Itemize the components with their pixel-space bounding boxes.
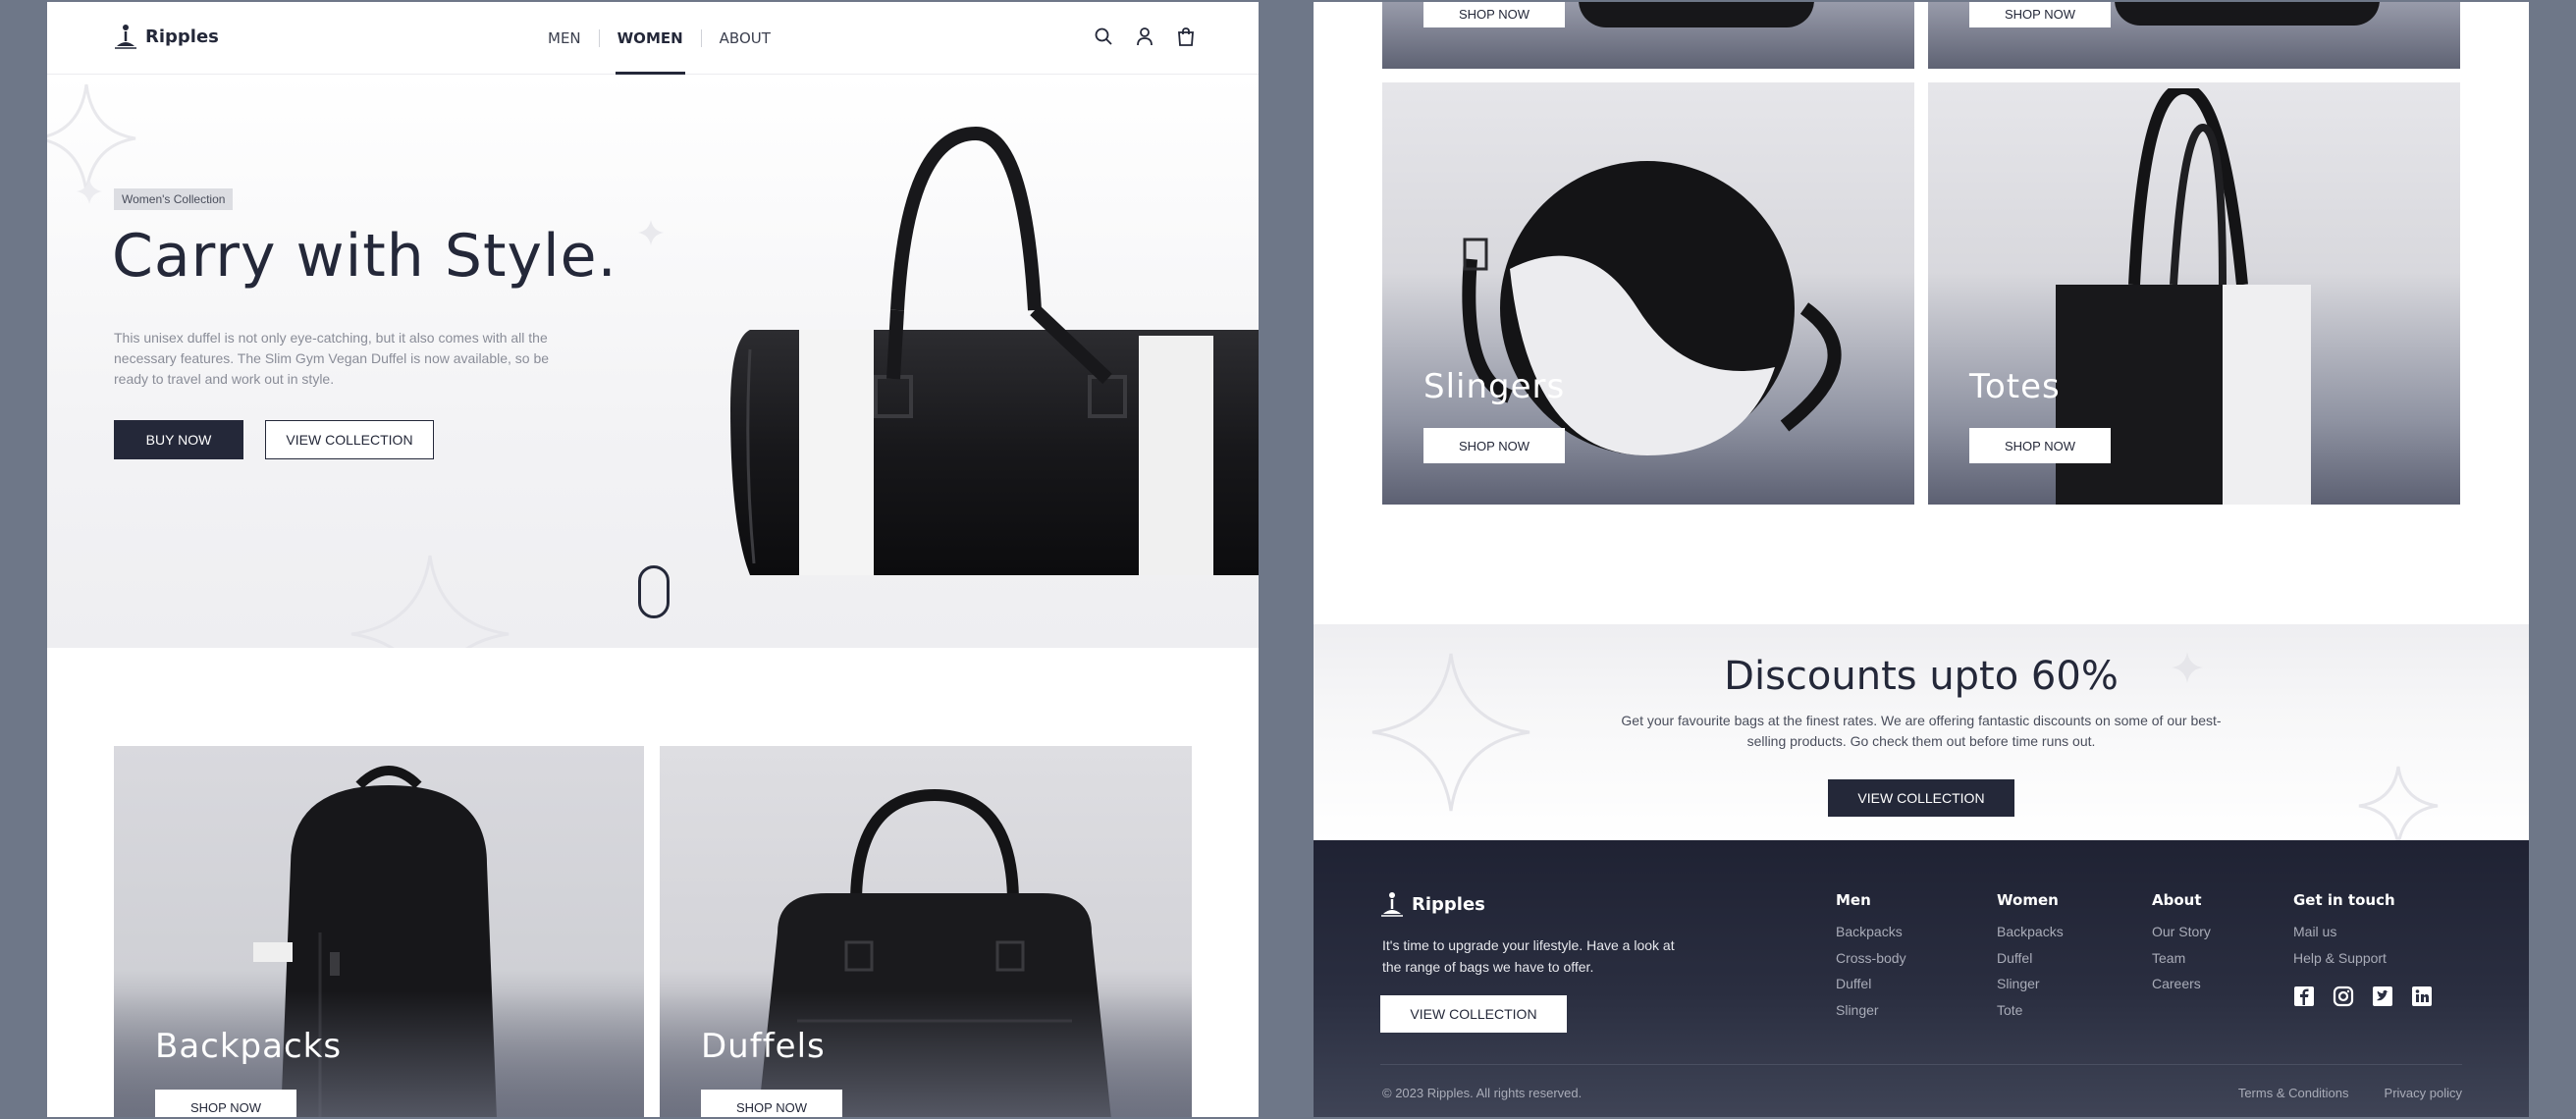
footer-link[interactable]: Backpacks [1997,919,2064,945]
category-card-cropped-right[interactable]: SHOP NOW [1928,2,2460,69]
brand-logo[interactable]: Ripples [114,24,219,49]
category-title: Backpacks [155,1027,343,1066]
shop-now-button[interactable]: SHOP NOW [155,1090,296,1117]
footer-tagline: It's time to upgrade your lifestyle. Hav… [1382,937,1675,975]
instagram-icon[interactable] [2333,986,2354,1007]
footer-link[interactable]: Mail us [2293,919,2395,945]
view-collection-button[interactable]: VIEW COLLECTION [265,420,434,459]
hero-description: This unisex duffel is not only eye-catch… [114,330,550,387]
copyright-text: © 2023 Ripples. All rights reserved. [1382,1086,1583,1100]
shop-now-button[interactable]: SHOP NOW [701,1090,842,1117]
footer-view-collection-button[interactable]: VIEW COLLECTION [1380,995,1567,1033]
ripples-logo-icon [1381,892,1403,917]
sparkle-icon [638,220,664,245]
footer-brand-logo[interactable]: Ripples [1380,891,1485,917]
category-card-backpacks[interactable]: Backpacks SHOP NOW [114,746,644,1117]
collection-badge: Women's Collection [114,188,234,210]
footer-column-women: Women Backpacks Duffel Slinger Tote [1997,891,2064,1023]
footer-link[interactable]: Help & Support [2293,945,2395,972]
nav-link-about[interactable]: ABOUT [702,2,788,75]
search-icon[interactable] [1094,27,1113,46]
footer-column-title: About [2152,891,2202,909]
ripples-logo-icon [115,25,136,49]
footer-column-men: Men Backpacks Cross-body Duffel Slinger [1836,891,1906,1023]
footer-link[interactable]: Our Story [2152,919,2211,945]
facebook-icon[interactable] [2293,986,2315,1007]
top-navigation: Ripples MEN WOMEN ABOUT [47,2,1259,75]
brand-name: Ripples [145,26,219,47]
shop-now-button[interactable]: SHOP NOW [1423,428,1565,463]
category-card-duffels[interactable]: Duffels SHOP NOW [660,746,1192,1117]
site-footer: Ripples It's time to upgrade your lifest… [1314,840,2529,1117]
view-collection-button[interactable]: VIEW COLLECTION [1828,779,2014,817]
buy-now-button[interactable]: BUY NOW [114,420,243,459]
sparkle-icon [77,179,102,204]
category-card-cropped-left[interactable]: SHOP NOW [1382,2,1914,69]
twitter-icon[interactable] [2372,986,2393,1007]
hero-title: Carry with Style. [112,222,617,291]
footer-column-contact: Get in touch Mail us Help & Support [2293,891,2395,971]
category-card-totes[interactable]: Totes SHOP NOW [1928,82,2460,505]
shop-now-button[interactable]: SHOP NOW [1969,428,2111,463]
footer-link[interactable]: Cross-body [1836,945,1906,972]
shopping-bag-icon[interactable] [1176,27,1196,46]
footer-column-title: Women [1997,891,2059,909]
privacy-link[interactable]: Privacy policy [2385,1086,2462,1100]
collections-page-screen: SHOP NOW SHOP NOW Slingers SHOP NOW Tote… [1314,2,2529,1117]
footer-link[interactable]: Backpacks [1836,919,1906,945]
bag-image [2115,2,2380,26]
shop-now-button[interactable]: SHOP NOW [1969,2,2111,27]
legal-links: Terms & Conditions Privacy policy [2238,1086,2462,1100]
nav-link-women[interactable]: WOMEN [600,2,701,75]
footer-link[interactable]: Tote [1997,997,2064,1024]
category-card-slingers[interactable]: Slingers SHOP NOW [1382,82,1914,505]
footer-link[interactable]: Team [2152,945,2211,972]
star-decoration-icon [350,555,510,648]
nav-actions [1094,27,1196,46]
footer-column-about: About Our Story Team Careers [2152,891,2211,997]
footer-link[interactable]: Duffel [1997,945,2064,972]
footer-link[interactable]: Slinger [1836,997,1906,1024]
hero-section: Women's Collection Carry with Style. Thi… [47,75,1259,648]
linkedin-icon[interactable] [2411,986,2433,1007]
discount-description: Get your favourite bags at the finest ra… [1621,713,2222,749]
discount-title: Discounts upto 60% [1724,654,2119,699]
bag-image [1579,2,1814,27]
category-title: Duffels [701,1027,826,1066]
category-title: Slingers [1423,367,1566,406]
duffel-bag-image [730,126,1259,575]
footer-link[interactable]: Careers [2152,971,2211,997]
footer-divider [1380,1064,2462,1065]
nav-link-men[interactable]: MEN [530,2,599,75]
footer-column-title: Get in touch [2293,891,2395,909]
main-menu: MEN WOMEN ABOUT [530,2,788,75]
home-page-screen: Ripples MEN WOMEN ABOUT Women's Collecti… [47,2,1259,1117]
category-title: Totes [1969,367,2061,406]
user-icon[interactable] [1135,27,1154,46]
terms-link[interactable]: Terms & Conditions [2238,1086,2349,1100]
footer-column-title: Men [1836,891,1871,909]
scroll-indicator[interactable] [638,565,670,618]
footer-link[interactable]: Duffel [1836,971,1906,997]
social-links [2293,986,2433,1007]
star-decoration-icon [2358,766,2439,842]
footer-brand-name: Ripples [1412,893,1485,915]
shop-now-button[interactable]: SHOP NOW [1423,2,1565,27]
footer-link[interactable]: Slinger [1997,971,2064,997]
discount-banner: Discounts upto 60% Get your favourite ba… [1314,624,2529,842]
